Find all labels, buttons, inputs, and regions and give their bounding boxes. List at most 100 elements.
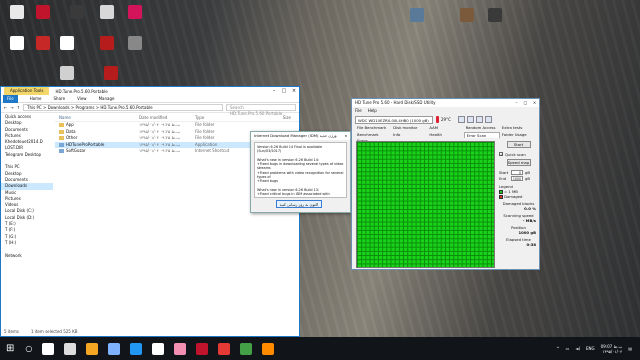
tab-view[interactable]: View: [77, 96, 87, 101]
taskbar-app-icon[interactable]: [64, 342, 77, 355]
hdtune-tab[interactable]: Folder Usage: [500, 132, 536, 139]
options-icon[interactable]: [475, 116, 483, 123]
file-name-text: App: [66, 122, 74, 127]
network-icon[interactable]: ▭: [566, 346, 570, 351]
desktop-icon[interactable]: [96, 5, 118, 20]
app-icon: [460, 8, 474, 22]
app-icon: [60, 36, 74, 50]
update-now-button[interactable]: اکنون به روز رسانی کنید: [276, 200, 322, 208]
tab-home[interactable]: Home: [30, 96, 42, 101]
up-icon[interactable]: ↑: [17, 105, 20, 110]
clock[interactable]: 09:07 ب.ظ ۱۳۹۵/۰۱/۰۴: [601, 344, 623, 354]
address-bar: ← → ↑ This PC > Downloads > Programs > H…: [1, 103, 299, 116]
legend-damaged: Damaged: [499, 194, 538, 199]
start-icon[interactable]: ⊞: [6, 343, 14, 354]
folder-icon: [59, 123, 64, 127]
desktop-icons: [0, 0, 640, 100]
end-input[interactable]: 1000: [511, 175, 523, 181]
volume-icon[interactable]: ◄): [575, 346, 580, 351]
desktop-icon[interactable]: [96, 36, 118, 51]
start-input[interactable]: 0: [511, 169, 523, 175]
quick-scan-checkbox[interactable]: ✓: [499, 152, 503, 157]
desktop-icon[interactable]: [124, 5, 146, 20]
desktop-icon[interactable]: [456, 8, 478, 23]
tab-file[interactable]: File: [3, 94, 18, 103]
end-label: End: [499, 175, 507, 181]
app-icon: [410, 8, 424, 22]
taskbar-app-icon[interactable]: [240, 342, 253, 355]
explorer-titlebar: Application Tools HD.Tune.Pro.5.60.Porta…: [1, 87, 299, 95]
save-icon[interactable]: [466, 116, 474, 123]
desktop-icon[interactable]: [6, 36, 28, 51]
desktop-icon[interactable]: [100, 66, 122, 81]
desktop-icon[interactable]: [6, 5, 28, 20]
taskbar-app-icon[interactable]: [130, 342, 143, 355]
clock-time: 09:07 ب.ظ: [600, 343, 623, 349]
menu-help[interactable]: Help: [368, 107, 377, 114]
start-button[interactable]: Start: [506, 141, 531, 148]
address-path[interactable]: This PC > Downloads > Programs > HD.Tune…: [23, 104, 223, 111]
temperature-value: 29°C: [441, 117, 451, 122]
column-date[interactable]: Date modified: [139, 114, 195, 121]
file-icon: [59, 142, 64, 147]
desktop-icon[interactable]: [66, 5, 88, 20]
dialog-line: +Fixed problems with video recognition f…: [257, 170, 344, 180]
tab-share[interactable]: Share: [54, 96, 66, 101]
taskbar-app-icon[interactable]: [218, 342, 231, 355]
hdtune-tab[interactable]: Error Scan: [463, 131, 500, 138]
status-items: 5 items: [4, 329, 19, 334]
close-icon[interactable]: ×: [342, 132, 350, 140]
chevron-up-icon[interactable]: ^: [556, 346, 559, 351]
desktop-icon[interactable]: [32, 36, 54, 51]
taskbar-app-icon[interactable]: [86, 342, 99, 355]
exit-icon[interactable]: [484, 116, 492, 123]
desktop-icon[interactable]: [56, 36, 78, 51]
hdtune-toolbar: WDC WD10EZRX-00L4HB0 (1000 gB) 29°C: [352, 114, 539, 125]
desktop-icon[interactable]: [56, 66, 78, 81]
hdtune-tab[interactable]: Info: [391, 132, 427, 139]
desktop-icon[interactable]: [124, 36, 146, 51]
hdtune-tab[interactable]: Health: [427, 132, 463, 139]
taskbar-app-icon[interactable]: [152, 342, 165, 355]
notifications-icon[interactable]: ▤: [628, 346, 632, 351]
minimize-icon[interactable]: –: [269, 88, 279, 94]
minimize-icon[interactable]: –: [512, 99, 521, 107]
column-type[interactable]: Type: [195, 114, 251, 121]
file-type: Internet Shortcut: [195, 148, 230, 153]
search-icon[interactable]: ○: [25, 344, 32, 353]
desktop-icon[interactable]: [406, 8, 428, 23]
menu-file[interactable]: File: [355, 107, 362, 114]
desktop-icon[interactable]: [32, 5, 54, 20]
elapsed-time-value: 0:38: [526, 242, 536, 247]
legend-damaged-label: Damaged: [504, 194, 523, 199]
column-size[interactable]: Size: [251, 114, 291, 121]
hdtune-titlebar: HD Tune Pro 5.60 - Hard Disk/SSD Utility…: [352, 99, 539, 107]
app-icon: [104, 66, 118, 80]
search-input[interactable]: Search HD.Tune.Pro.5.60.Portable: [226, 104, 296, 116]
app-icon: [10, 36, 24, 50]
nav-item[interactable]: Network: [1, 253, 53, 259]
close-icon[interactable]: ×: [530, 99, 539, 107]
clock-date: ۱۳۹۵/۰۱/۰۴: [602, 348, 623, 354]
taskbar-app-icon[interactable]: [42, 342, 55, 355]
tab-manage[interactable]: Manage: [99, 96, 115, 101]
taskbar-app-icon[interactable]: [108, 342, 121, 355]
copy-icon[interactable]: [457, 116, 465, 123]
maximize-icon[interactable]: □: [279, 88, 289, 94]
column-name[interactable]: Name: [55, 114, 139, 121]
taskbar-app-icon[interactable]: [196, 342, 209, 355]
ribbon-tabs: File Home Share View Manage: [1, 94, 299, 103]
back-icon[interactable]: ←: [4, 105, 7, 110]
forward-icon[interactable]: →: [10, 105, 13, 110]
file-date: ۱۳۹۵/۰۱/۰۴ ۰۹:۲۵ ب.ظ: [139, 148, 181, 153]
legend-damaged-swatch: [499, 195, 503, 199]
taskbar-app-icon[interactable]: [262, 342, 275, 355]
language-indicator[interactable]: ENG: [586, 346, 595, 351]
drive-select[interactable]: WDC WD10EZRX-00L4HB0 (1000 gB): [355, 115, 433, 124]
speed-map-button[interactable]: Speed map: [506, 159, 531, 166]
desktop-icon[interactable]: [484, 8, 506, 23]
taskbar-app-icon[interactable]: [174, 342, 187, 355]
taskbar: ⊞ ○ ^ ▭ ◄) ENG 09:07 ب.ظ ۱۳۹۵/۰۱/۰۴ ▤: [0, 337, 640, 360]
maximize-icon[interactable]: □: [521, 99, 530, 107]
close-icon[interactable]: ×: [289, 88, 299, 94]
